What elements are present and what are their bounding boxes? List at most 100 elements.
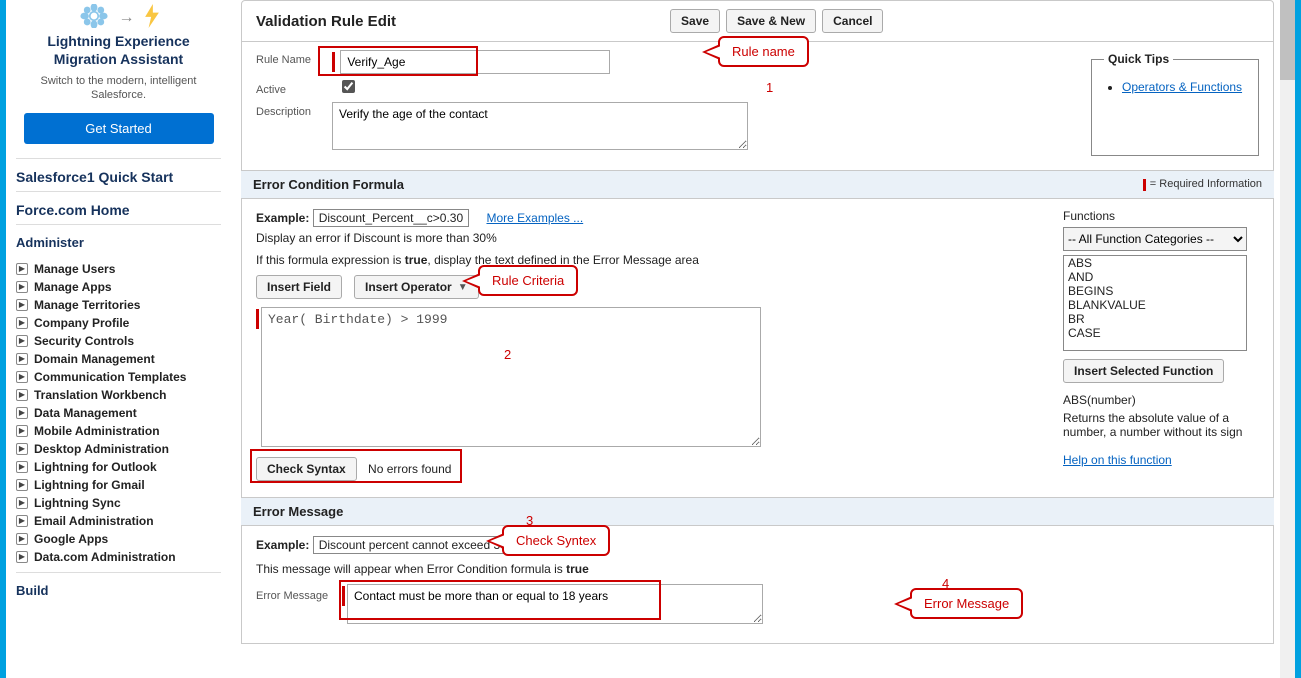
errmsg-example-label: Example: — [256, 538, 309, 552]
expand-icon: ▶ — [16, 461, 28, 473]
quick-tips-title: Quick Tips — [1104, 52, 1173, 66]
sidebar-item-label: Manage Territories — [34, 298, 140, 312]
callout-check-syntax: Check Syntex — [502, 525, 610, 556]
quick-tips-link[interactable]: Operators & Functions — [1122, 80, 1242, 94]
sidebar-item[interactable]: ▶Security Controls — [16, 332, 221, 350]
nav-quickstart[interactable]: Salesforce1 Quick Start — [16, 169, 221, 185]
errmsg-section-title: Error Message — [253, 504, 343, 519]
lightning-title-2: Migration Assistant — [16, 51, 221, 69]
sidebar-item[interactable]: ▶ Manage Territories — [16, 296, 221, 314]
errmsg-section-header: Error Message — [241, 498, 1274, 526]
nav-forcehome[interactable]: Force.com Home — [16, 202, 221, 218]
rule-name-label: Rule Name — [256, 50, 332, 66]
expand-icon: ▶ — [16, 533, 28, 545]
check-syntax-button[interactable]: Check Syntax — [256, 457, 357, 481]
more-examples-link[interactable]: More Examples ... — [486, 211, 583, 225]
right-accent-bar — [1295, 0, 1301, 678]
insert-field-button[interactable]: Insert Field — [256, 275, 342, 299]
description-textarea[interactable] — [332, 102, 748, 150]
sidebar-item[interactable]: ▶Manage Users — [16, 260, 221, 278]
formula-example-box: Discount_Percent__c>0.30 — [313, 209, 469, 227]
callout-number-2: 2 — [504, 347, 511, 362]
sidebar-item-label: Data.com Administration — [34, 550, 176, 564]
active-checkbox[interactable] — [342, 80, 355, 93]
required-info-label: = Required Information — [1150, 178, 1262, 190]
formula-instruction: If this formula expression is true, disp… — [256, 253, 1045, 267]
formula-section-title: Error Condition Formula — [253, 177, 404, 192]
function-list[interactable]: ABSANDBEGINSBLANKVALUEBRCASE — [1063, 255, 1247, 351]
sidebar-item[interactable]: ▶Manage Apps — [16, 278, 221, 296]
sidebar-item[interactable]: ▶ Google Apps — [16, 530, 221, 548]
expand-icon: ▶ — [16, 299, 28, 311]
expand-icon: ▶ — [16, 389, 28, 401]
required-marker-icon — [256, 309, 259, 329]
sidebar: → Lightning Experience Migration Assista… — [6, 0, 231, 678]
get-started-button[interactable]: Get Started — [24, 113, 214, 144]
function-help-link[interactable]: Help on this function — [1063, 453, 1172, 467]
sidebar-item[interactable]: ▶Communication Templates — [16, 368, 221, 386]
sidebar-item[interactable]: ▶ Translation Workbench — [16, 386, 221, 404]
expand-icon: ▶ — [16, 335, 28, 347]
errmsg-note-bold: true — [566, 562, 589, 576]
expand-icon: ▶ — [16, 263, 28, 275]
function-category-select[interactable]: -- All Function Categories -- — [1063, 227, 1247, 251]
callout-error-message: Error Message — [910, 588, 1023, 619]
sidebar-item[interactable]: ▶Lightning Sync — [16, 494, 221, 512]
function-list-item[interactable]: BR — [1064, 312, 1246, 326]
expand-icon: ▶ — [16, 407, 28, 419]
sidebar-item-label: Email Administration — [34, 514, 154, 528]
active-label: Active — [256, 80, 332, 96]
formula-textarea[interactable] — [261, 307, 761, 447]
expand-icon: ▶ — [16, 317, 28, 329]
lightning-bolt-icon — [143, 4, 161, 31]
expand-icon: ▶ — [16, 497, 28, 509]
sidebar-item[interactable]: ▶ Data Management — [16, 404, 221, 422]
formula-example-label: Example: — [256, 211, 309, 225]
function-signature: ABS(number) — [1063, 393, 1259, 407]
sidebar-item[interactable]: ▶Lightning for Outlook — [16, 458, 221, 476]
description-label: Description — [256, 102, 332, 118]
insert-operator-button[interactable]: Insert Operator ▼ — [354, 275, 479, 299]
sidebar-item-label: Domain Management — [34, 352, 155, 366]
function-list-item[interactable]: AND — [1064, 270, 1246, 284]
formula-instr-pre: If this formula expression is — [256, 253, 405, 267]
error-message-label: Error Message — [256, 584, 342, 602]
quick-tips-box: Quick Tips Operators & Functions — [1091, 52, 1259, 156]
expand-icon: ▶ — [16, 515, 28, 527]
sidebar-item-label: Translation Workbench — [34, 388, 166, 402]
main-content: Validation Rule Edit Save Save & New Can… — [231, 0, 1280, 678]
sidebar-item[interactable]: ▶Company Profile — [16, 314, 221, 332]
cancel-button[interactable]: Cancel — [822, 9, 883, 33]
syntax-result: No errors found — [368, 462, 451, 476]
sidebar-item[interactable]: ▶Desktop Administration — [16, 440, 221, 458]
expand-icon: ▶ — [16, 551, 28, 563]
sidebar-item[interactable]: ▶Domain Management — [16, 350, 221, 368]
expand-icon: ▶ — [16, 425, 28, 437]
formula-instr-bold: true — [405, 253, 428, 267]
arrow-right-icon: → — [119, 9, 135, 27]
errmsg-note-pre: This message will appear when Error Cond… — [256, 562, 566, 576]
rule-name-input[interactable] — [340, 50, 610, 74]
sidebar-item[interactable]: ▶Lightning for Gmail — [16, 476, 221, 494]
sidebar-item-label: Data Management — [34, 406, 137, 420]
sidebar-item[interactable]: ▶ Data.com Administration — [16, 548, 221, 566]
save-button[interactable]: Save — [670, 9, 720, 33]
function-list-item[interactable]: CASE — [1064, 326, 1246, 340]
callout-rule-name: Rule name — [718, 36, 809, 67]
functions-panel: Functions -- All Function Categories -- … — [1063, 209, 1259, 481]
function-list-item[interactable]: ABS — [1064, 256, 1246, 270]
insert-selected-function-button[interactable]: Insert Selected Function — [1063, 359, 1224, 383]
function-list-item[interactable]: BEGINS — [1064, 284, 1246, 298]
sidebar-item[interactable]: ▶Mobile Administration — [16, 422, 221, 440]
scrollbar-thumb[interactable] — [1280, 0, 1295, 80]
error-message-textarea[interactable] — [347, 584, 763, 624]
function-description: Returns the absolute value of a number, … — [1063, 411, 1259, 439]
sidebar-item-label: Google Apps — [34, 532, 108, 546]
lightning-title-1: Lightning Experience — [16, 33, 221, 51]
rule-detail-form: Rule Name Active Description Quick Tips … — [241, 42, 1274, 171]
save-and-new-button[interactable]: Save & New — [726, 9, 816, 33]
vertical-scrollbar[interactable] — [1280, 0, 1295, 678]
expand-icon: ▶ — [16, 371, 28, 383]
sidebar-item[interactable]: ▶ Email Administration — [16, 512, 221, 530]
function-list-item[interactable]: BLANKVALUE — [1064, 298, 1246, 312]
